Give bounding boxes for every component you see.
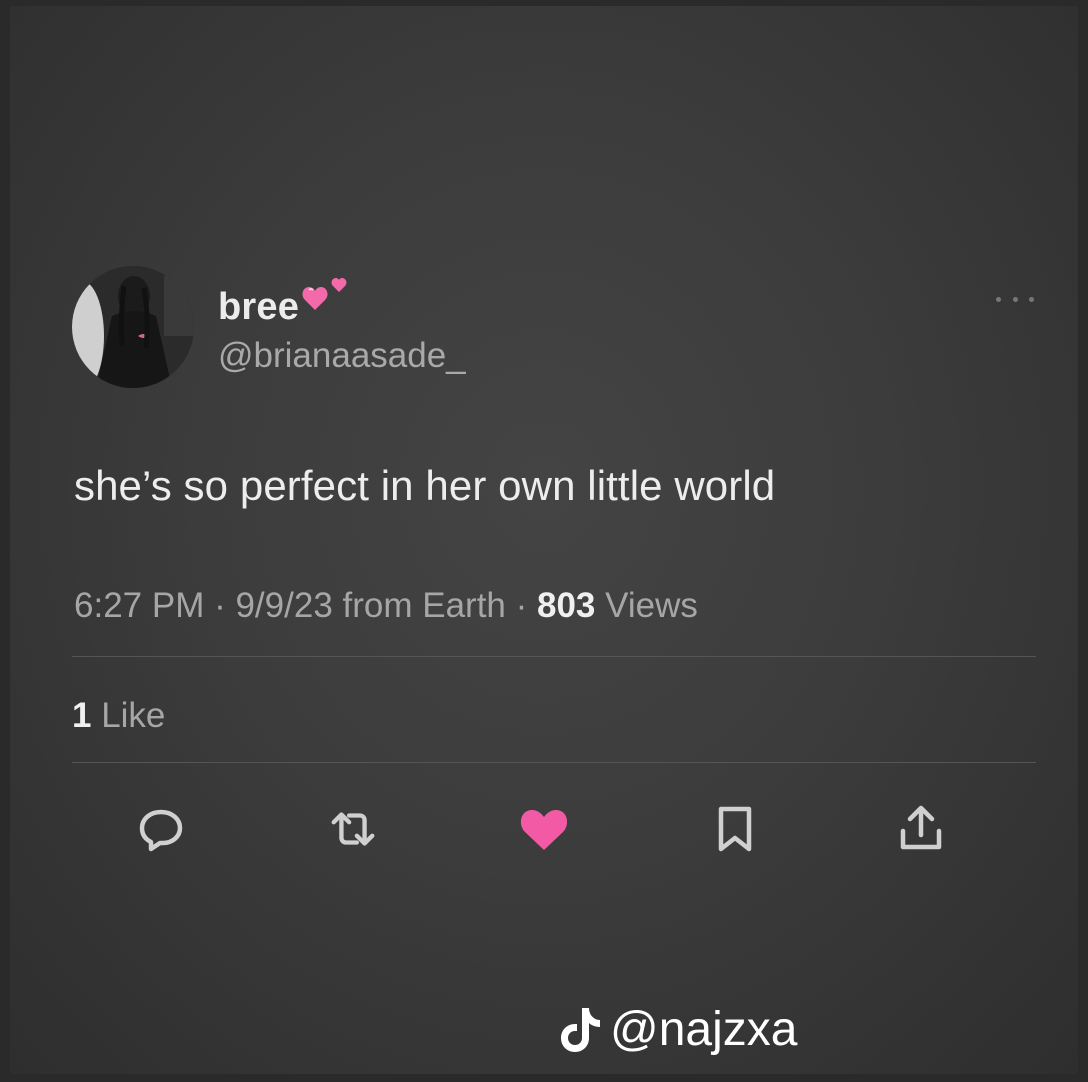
views-count: 803 — [537, 586, 596, 625]
like-button[interactable] — [517, 802, 571, 856]
likes-count: 1 — [72, 696, 92, 735]
more-options-button[interactable] — [992, 286, 1038, 312]
display-name-text: bree — [218, 285, 300, 328]
tweet-time[interactable]: 6:27 PM — [74, 586, 204, 625]
avatar-image — [72, 266, 194, 388]
more-dot-icon — [996, 296, 1001, 302]
retweet-icon — [331, 812, 375, 846]
display-name[interactable]: bree — [218, 278, 353, 332]
tiktok-icon — [561, 1007, 600, 1052]
like-icon — [520, 809, 568, 850]
retweet-button[interactable] — [326, 802, 380, 856]
two-hearts-icon — [301, 276, 353, 326]
tiktok-watermark: @najzxa — [558, 1002, 797, 1057]
likes-link[interactable]: 1 Like — [72, 696, 165, 736]
share-button[interactable] — [894, 802, 948, 856]
meta-separator: · — [204, 586, 236, 625]
bookmark-icon — [718, 806, 752, 852]
share-icon — [900, 805, 942, 850]
watermark-text: @najzxa — [610, 1003, 798, 1056]
reply-icon — [139, 809, 183, 852]
tweet-card: bree @brianaasade_ she’s so perfect in h… — [10, 6, 1078, 1074]
views-label: Views — [595, 586, 698, 625]
avatar[interactable] — [72, 266, 194, 388]
tweet-source: from Earth — [332, 586, 506, 625]
tweet-date[interactable]: 9/9/23 — [235, 586, 332, 625]
tweet-text: she’s so perfect in her own little world — [74, 462, 776, 509]
tweet-meta: 6:27 PM · 9/9/23 from Earth · 803 Views — [74, 586, 698, 626]
bookmark-button[interactable] — [708, 802, 762, 856]
divider — [72, 762, 1036, 763]
reply-button[interactable] — [134, 802, 188, 856]
meta-separator: · — [505, 586, 537, 625]
more-dot-icon — [1012, 296, 1018, 302]
divider — [72, 656, 1036, 657]
more-dot-icon — [1029, 296, 1034, 302]
likes-label: Like — [91, 696, 166, 735]
username-handle[interactable]: @brianaasade_ — [218, 336, 466, 376]
